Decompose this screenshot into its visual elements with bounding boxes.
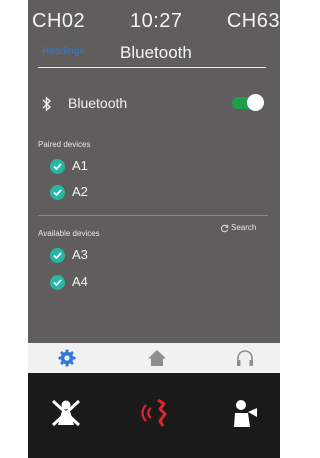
device-name: A3 <box>72 247 88 262</box>
available-device-a3[interactable]: A3 <box>50 246 190 266</box>
channel-right: CH63 <box>226 10 280 32</box>
status-bar: CH02 10:27 CH63 <box>28 10 280 36</box>
bluetooth-icon <box>42 96 52 112</box>
mute-person-icon[interactable] <box>48 395 84 431</box>
paired-devices-label: Paired devices <box>38 140 91 149</box>
tab-bar <box>28 343 280 373</box>
call-sound-icon[interactable] <box>136 395 172 431</box>
device-name: A4 <box>72 274 88 289</box>
clock: 10:27 <box>130 10 183 32</box>
bluetooth-toggle-row: Bluetooth <box>38 92 266 116</box>
bottom-control-bar <box>28 373 280 458</box>
speaker-person-icon[interactable] <box>226 395 262 431</box>
search-label: Search <box>231 223 257 232</box>
paired-device-a2[interactable]: A2 <box>50 183 190 203</box>
page-title: Bluetooth <box>120 43 192 62</box>
check-icon <box>50 275 65 290</box>
device-name: A2 <box>72 184 88 199</box>
bluetooth-toggle[interactable] <box>232 94 264 111</box>
breadcrumb: Headings Bluetooth <box>38 43 266 68</box>
section-divider <box>38 215 268 216</box>
paired-device-a1[interactable]: A1 <box>50 157 190 177</box>
check-icon <box>50 248 65 263</box>
bluetooth-label: Bluetooth <box>68 95 128 111</box>
check-icon <box>50 159 65 174</box>
available-devices-label: Available devices <box>38 229 100 238</box>
home-icon[interactable] <box>146 347 168 369</box>
check-icon <box>50 185 65 200</box>
channel-left: CH02 <box>32 10 86 32</box>
available-device-a4[interactable]: A4 <box>50 273 190 293</box>
headphones-icon[interactable] <box>234 347 256 369</box>
bluetooth-screen: CH02 10:27 CH63 Headings Bluetooth Bluet… <box>28 0 280 458</box>
settings-icon[interactable] <box>56 347 78 369</box>
toggle-knob <box>247 94 264 111</box>
device-name: A1 <box>72 158 88 173</box>
refresh-icon <box>220 224 229 233</box>
breadcrumb-parent-link[interactable]: Headings <box>42 46 84 57</box>
